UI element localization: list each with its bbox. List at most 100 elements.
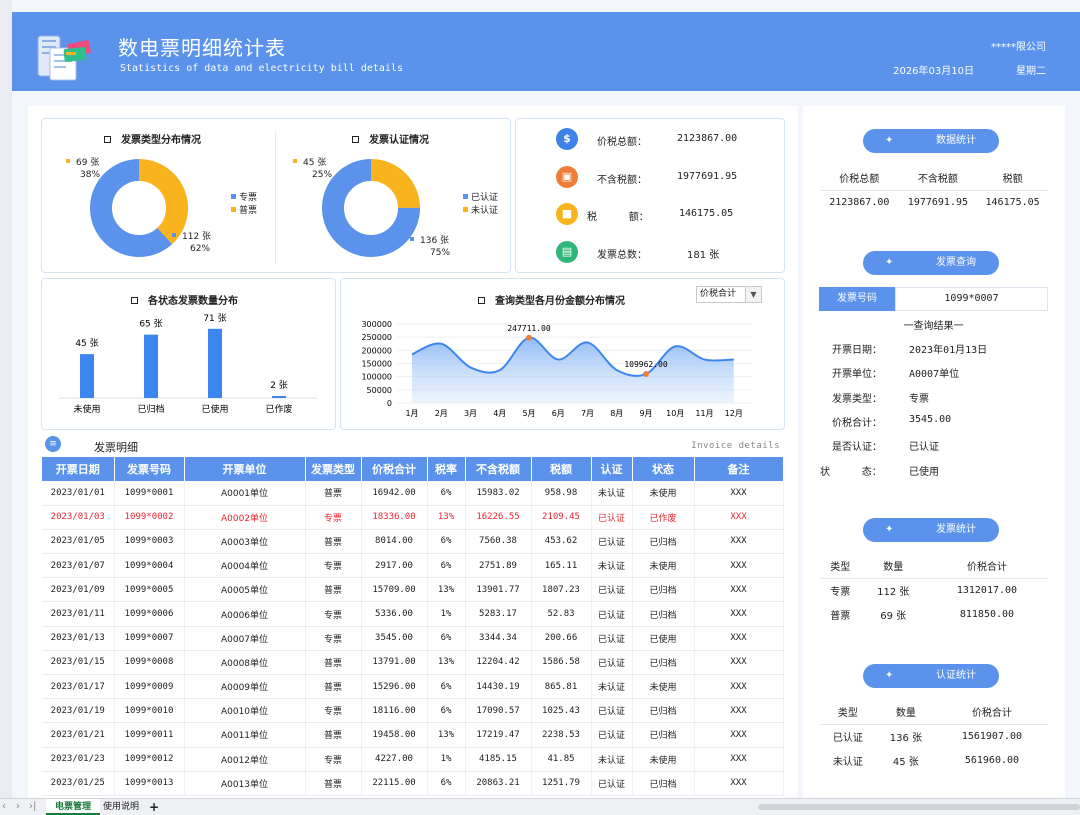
column-header: 价税合计 — [361, 457, 428, 481]
table-cell: 已归档 — [632, 529, 695, 555]
table-row[interactable]: 2023/01/11 1099*0006 A0006单位 专票 5336.00 1% 528… — [42, 601, 784, 627]
table-cell: A0002单位 — [184, 505, 306, 530]
x-tick-label: 7月 — [581, 409, 594, 418]
bar — [272, 396, 286, 398]
invoice-type-chart-title-text: 发票类型分布情况 — [121, 135, 201, 146]
legend-label: 普票 — [239, 206, 258, 216]
table-cell: XXX — [694, 529, 784, 555]
table-cell: 958.98 — [531, 481, 592, 506]
cert-chart-title-text: 发票认证情况 — [369, 135, 429, 146]
table-cell: 专票 — [305, 747, 362, 772]
column-header: 开票日期 — [42, 457, 115, 481]
legend-item: 未认证 — [463, 205, 498, 218]
tax-total-value: 2123867.00 — [677, 133, 738, 144]
header-banner: 数电票明细统计表 Statistics of data and electric… — [12, 12, 1080, 91]
bar — [80, 354, 94, 398]
sheet-tab-bar: ‹ › ›| 电票管理 使用说明 + — [0, 798, 1080, 815]
bar-data-label: 2 张 — [270, 380, 288, 391]
no-tax-label: 不含税额： — [597, 175, 647, 186]
status-chart-title: 各状态发票数量分布 — [131, 292, 238, 307]
cert-stats-table: 类型 数量 价税合计 已认证 136 张 1561907.00 未认证 45 张… — [820, 700, 1048, 772]
square-bullet-icon — [352, 136, 359, 143]
monthly-chart-title-text: 查询类型各月份金额分布情况 — [495, 296, 625, 307]
col-header: 数量 — [860, 554, 926, 579]
tab-invoice-management[interactable]: 电票管理 — [46, 799, 101, 815]
table-row[interactable]: 2023/01/03 1099*0002 A0002单位 专票 18336.00 13% 1… — [42, 505, 784, 530]
peak-point-label: 247711.00 — [507, 324, 551, 333]
table-row[interactable]: 2023/01/05 1099*0003 A0003单位 普票 8014.00 6% 756… — [42, 529, 784, 555]
table-cell: 13% — [427, 650, 466, 676]
table-cell: 5336.00 — [361, 601, 428, 627]
first-sheet-icon[interactable]: ‹ — [2, 801, 6, 812]
col-header: 价税总额 — [820, 166, 899, 191]
y-tick-label: 200000 — [361, 346, 392, 355]
table-row[interactable]: 2023/01/25 1099*0013 A0013单位 普票 22115.00 6% 20… — [42, 771, 784, 796]
table-cell: A0008单位 — [184, 650, 306, 676]
invoice-type-legend: 专票 普票 — [231, 192, 257, 218]
table-row[interactable]: 2023/01/21 1099*0011 A0011单位 普票 19458.00 13% 1… — [42, 722, 784, 748]
query-input[interactable]: 1099*0007 — [895, 287, 1048, 311]
table-cell: 专票 — [305, 505, 362, 530]
table-cell: 5283.17 — [465, 601, 532, 627]
table-cell: 普票 — [305, 650, 362, 676]
next-sheet-icon[interactable]: › — [16, 801, 20, 812]
table-row[interactable]: 2023/01/01 1099*0001 A0001单位 普票 16942.00 6% 15… — [42, 481, 784, 506]
table-cell: 2023/01/07 — [42, 553, 115, 579]
chevron-down-icon: ▼ — [745, 287, 761, 302]
y-tick-label: 250000 — [361, 333, 392, 342]
y-tick-label: 100000 — [361, 373, 392, 382]
table-row[interactable]: 2023/01/13 1099*0007 A0007单位 专票 3545.00 6% 334… — [42, 626, 784, 651]
query-type-dropdown[interactable]: 价税合计 ▼ — [696, 286, 762, 303]
cert-stats-button[interactable]: ✦ 认证统计 — [863, 664, 999, 688]
invoice-query-button[interactable]: ✦ 发票查询 — [863, 251, 999, 275]
table-cell: 2023/01/17 — [42, 674, 115, 700]
table-row[interactable]: 2023/01/19 1099*0010 A0010单位 专票 18116.00 6% 17… — [42, 698, 784, 724]
col-header: 价税合计 — [935, 700, 1048, 725]
table-cell: XXX — [694, 481, 784, 506]
x-tick-label: 11月 — [695, 409, 713, 418]
col-header: 类型 — [820, 554, 861, 579]
data-stats-button[interactable]: ✦ 数据统计 — [863, 129, 999, 153]
table-row[interactable]: 2023/01/07 1099*0004 A0004单位 专票 2917.00 6% 275… — [42, 553, 784, 579]
table-cell: 已使用 — [632, 626, 695, 651]
table-cell: 2023/01/03 — [42, 505, 115, 530]
table-cell: 19458.00 — [361, 722, 428, 748]
table-row[interactable]: 2023/01/09 1099*0005 A0005单位 普票 15709.00 13% 1… — [42, 577, 784, 603]
table-cell: 普票 — [305, 674, 362, 700]
panel-divider — [275, 132, 276, 264]
table-cell: 13% — [427, 722, 466, 748]
table-row[interactable]: 2023/01/15 1099*0008 A0008单位 普票 13791.00 13% 1… — [42, 650, 784, 676]
legend-dot-icon — [463, 194, 468, 199]
tax-total-label: 价税总额： — [597, 137, 647, 148]
table-row[interactable]: 2023/01/23 1099*0012 A0012单位 专票 4227.00 1% 418… — [42, 747, 784, 772]
table-cell: 22115.00 — [361, 771, 428, 796]
table-cell: 4185.15 — [465, 747, 532, 772]
cert-label-uncertified: 45 张 25% — [293, 157, 332, 181]
table-cell: 未认证 — [832, 756, 863, 768]
table-cell: 12204.42 — [465, 650, 532, 676]
table-cell: 2023/01/15 — [42, 650, 115, 676]
table-cell: 1977691.95 — [907, 196, 969, 208]
horizontal-scrollbar[interactable] — [758, 804, 1080, 810]
table-cell: 普票 — [305, 577, 362, 603]
bar-data-label: 45 张 — [75, 338, 98, 349]
last-sheet-icon[interactable]: ›| — [29, 801, 36, 812]
column-header: 状态 — [632, 457, 695, 481]
add-sheet-button[interactable]: + — [140, 799, 168, 815]
table-cell: 已归档 — [632, 698, 695, 724]
legend-label: 已认证 — [471, 193, 499, 203]
table-cell: 已认证 — [832, 732, 863, 744]
bar — [144, 334, 158, 398]
legend-dot-icon — [463, 207, 468, 212]
table-row[interactable]: 2023/01/17 1099*0009 A0009单位 普票 15296.00 6% 14… — [42, 674, 784, 700]
table-cell: 45 张 — [892, 756, 919, 768]
table-cell: A0001单位 — [184, 481, 306, 506]
cert-donut — [322, 159, 420, 257]
table-cell: 112 张 — [877, 586, 910, 598]
table-cell: 1807.23 — [531, 577, 592, 603]
invoice-stats-button[interactable]: ✦ 发票统计 — [863, 518, 999, 542]
table-cell: 已认证 — [591, 577, 633, 603]
table-cell: 2023/01/21 — [42, 722, 115, 748]
table-cell: 20863.21 — [465, 771, 532, 796]
table-cell: 1586.58 — [531, 650, 592, 676]
